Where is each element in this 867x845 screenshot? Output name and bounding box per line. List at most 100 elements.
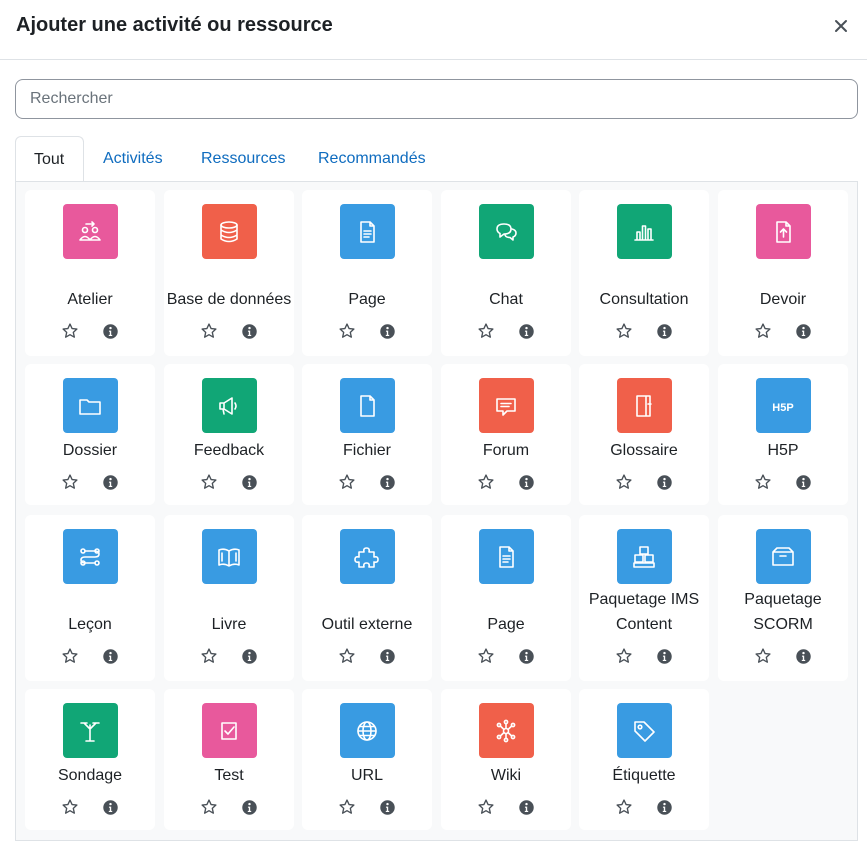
info-button[interactable] — [377, 646, 397, 666]
star-icon — [755, 474, 771, 489]
star-favourite-button[interactable] — [753, 646, 773, 666]
module-card[interactable]: Wiki — [441, 689, 571, 830]
module-card[interactable]: Dossier — [25, 364, 155, 505]
module-card[interactable]: Outil externe — [302, 515, 432, 681]
info-button[interactable] — [516, 797, 536, 817]
star-favourite-button[interactable] — [614, 797, 634, 817]
star-favourite-button[interactable] — [753, 321, 773, 341]
info-icon — [241, 474, 257, 490]
tab-resources[interactable]: Ressources — [183, 136, 303, 181]
module-card[interactable]: Étiquette — [579, 689, 709, 830]
info-button[interactable] — [377, 321, 397, 341]
module-card[interactable]: Sondage — [25, 689, 155, 830]
module-icon-box — [755, 529, 811, 584]
star-favourite-button[interactable] — [753, 472, 773, 492]
info-button[interactable] — [516, 646, 536, 666]
star-favourite-button[interactable] — [60, 472, 80, 492]
star-favourite-button[interactable] — [476, 797, 496, 817]
star-favourite-button[interactable] — [199, 646, 219, 666]
file-icon — [360, 394, 375, 417]
module-name: Paquetage SCORM — [744, 591, 822, 633]
module-card[interactable]: Page — [441, 515, 571, 681]
info-button[interactable] — [100, 797, 120, 817]
info-button[interactable] — [100, 472, 120, 492]
module-icon-box — [755, 204, 811, 259]
info-button[interactable] — [793, 472, 813, 492]
puzzle-icon — [354, 546, 379, 568]
info-button[interactable] — [239, 797, 259, 817]
star-favourite-button[interactable] — [337, 646, 357, 666]
info-icon — [102, 799, 118, 815]
star-favourite-button[interactable] — [199, 472, 219, 492]
star-favourite-button[interactable] — [614, 472, 634, 492]
wiki-icon — [496, 719, 516, 742]
tab-recommended[interactable]: Recommandés — [300, 136, 444, 181]
module-icon-box — [62, 703, 118, 758]
star-favourite-button[interactable] — [337, 797, 357, 817]
star-favourite-button[interactable] — [337, 472, 357, 492]
star-favourite-button[interactable] — [614, 321, 634, 341]
module-card[interactable]: Feedback — [164, 364, 294, 505]
star-favourite-button[interactable] — [476, 646, 496, 666]
module-card[interactable]: Page — [302, 190, 432, 356]
module-card[interactable]: Devoir — [718, 190, 848, 356]
module-card[interactable]: URL — [302, 689, 432, 830]
module-card[interactable]: Leçon — [25, 515, 155, 681]
star-favourite-button[interactable] — [60, 646, 80, 666]
star-favourite-button[interactable] — [337, 321, 357, 341]
info-button[interactable] — [654, 797, 674, 817]
module-card[interactable]: Livre — [164, 515, 294, 681]
module-card[interactable]: Base de données — [164, 190, 294, 356]
info-button[interactable] — [100, 646, 120, 666]
module-icon-box — [478, 529, 534, 584]
info-button[interactable] — [239, 321, 259, 341]
tab-activities[interactable]: Activités — [85, 136, 181, 181]
module-card[interactable]: Forum — [441, 364, 571, 505]
info-button[interactable] — [516, 472, 536, 492]
star-icon — [755, 648, 771, 663]
module-card[interactable]: Consultation — [579, 190, 709, 356]
info-icon — [241, 648, 257, 664]
module-name: Devoir — [759, 291, 807, 308]
star-favourite-button[interactable] — [60, 321, 80, 341]
module-card[interactable]: Glossaire — [579, 364, 709, 505]
book-icon — [218, 547, 240, 567]
star-favourite-button[interactable] — [199, 797, 219, 817]
info-button[interactable] — [793, 646, 813, 666]
module-card[interactable]: H5P H5P — [718, 364, 848, 505]
info-icon — [102, 648, 118, 664]
info-button[interactable] — [654, 646, 674, 666]
info-button[interactable] — [239, 646, 259, 666]
star-favourite-button[interactable] — [476, 321, 496, 341]
star-favourite-button[interactable] — [614, 646, 634, 666]
module-name: Test — [214, 767, 244, 784]
search-input[interactable] — [15, 79, 858, 119]
info-icon — [518, 648, 534, 664]
module-icon-box — [339, 378, 395, 433]
quiz-icon — [221, 721, 237, 740]
module-icon-box — [616, 529, 672, 584]
info-button[interactable] — [654, 321, 674, 341]
tab-all[interactable]: Tout — [15, 136, 84, 182]
star-favourite-button[interactable] — [60, 797, 80, 817]
info-button[interactable] — [793, 321, 813, 341]
info-button[interactable] — [654, 472, 674, 492]
module-card[interactable]: Fichier — [302, 364, 432, 505]
info-button[interactable] — [516, 321, 536, 341]
module-card[interactable]: Chat — [441, 190, 571, 356]
module-card[interactable]: Test — [164, 689, 294, 830]
module-icon-box — [616, 378, 672, 433]
close-button[interactable] — [829, 14, 853, 38]
info-icon — [795, 323, 811, 339]
info-button[interactable] — [100, 321, 120, 341]
star-favourite-button[interactable] — [476, 472, 496, 492]
module-card[interactable]: Atelier — [25, 190, 155, 356]
info-icon — [795, 648, 811, 664]
module-card[interactable]: Paquetage IMS Content — [579, 515, 709, 681]
info-button[interactable] — [377, 797, 397, 817]
info-button[interactable] — [377, 472, 397, 492]
info-button[interactable] — [239, 472, 259, 492]
star-favourite-button[interactable] — [199, 321, 219, 341]
star-icon — [478, 474, 494, 489]
module-card[interactable]: Paquetage SCORM — [718, 515, 848, 681]
